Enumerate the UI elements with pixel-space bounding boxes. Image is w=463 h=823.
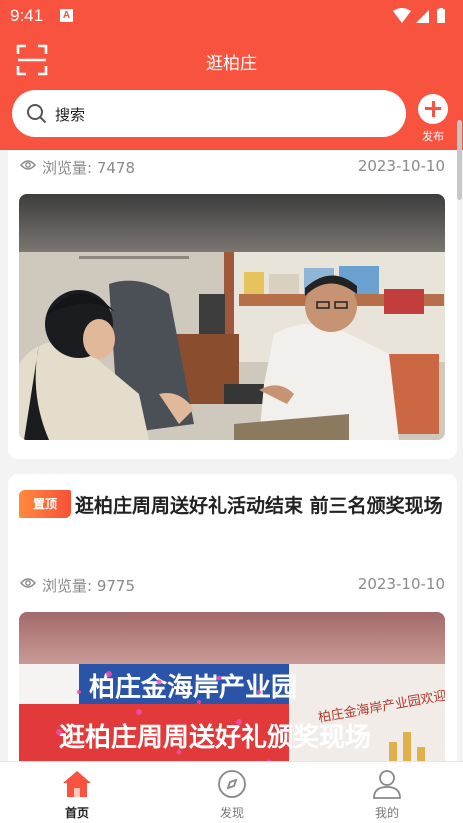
view-count: 浏览量: 7478 — [42, 159, 135, 177]
status-time: 9:41 — [10, 6, 44, 25]
search-icon — [27, 104, 47, 124]
app-header: 逛柏庄 — [0, 32, 463, 88]
post-card[interactable]: 置顶 逛柏庄周周送好礼活动结束 前三名颁奖现场 浏览量: 9775 2023-10… — [8, 474, 457, 761]
search-row: 搜索 发布 — [0, 88, 463, 150]
post-date: 2023-10-10 — [357, 575, 445, 593]
view-count: 浏览量: 9775 — [42, 577, 135, 595]
search-input[interactable]: 搜索 — [12, 90, 406, 137]
post-feed[interactable]: 浏览量: 7478 2023-10-10 置顶 逛柏庄周周送好礼活动结束 前三名… — [0, 150, 463, 761]
scrollbar[interactable] — [457, 120, 462, 200]
page-title: 逛柏庄 — [206, 54, 257, 74]
plus-icon — [418, 94, 448, 124]
post-title[interactable]: 置顶 逛柏庄周周送好礼活动结束 前三名颁奖现场 — [19, 489, 447, 522]
post-image[interactable] — [19, 194, 445, 440]
compass-icon — [218, 770, 246, 798]
eye-icon — [20, 160, 36, 170]
pinned-tag: 置顶 — [19, 489, 71, 518]
post-date: 2023-10-10 — [357, 157, 445, 175]
bottom-tab-bar: 首页 发现 我的 — [0, 761, 463, 823]
status-bar: 9:41 A — [0, 0, 463, 32]
post-card[interactable]: 浏览量: 7478 2023-10-10 — [8, 150, 457, 459]
post-image[interactable]: 柏庄金海岸产业园 逛柏庄周周送好礼颁奖现场 柏庄金海岸产业园欢迎 — [19, 612, 445, 761]
publish-button[interactable]: 发布 — [417, 94, 449, 144]
banner-main-text: 柏庄金海岸产业园 — [89, 672, 297, 703]
publish-label: 发布 — [422, 130, 444, 143]
system-status-icons — [393, 8, 445, 23]
tab-label: 首页 — [64, 806, 89, 820]
tab-label: 我的 — [374, 806, 399, 820]
user-icon — [373, 770, 401, 799]
home-icon — [63, 771, 91, 797]
tab-label: 发现 — [219, 806, 244, 820]
post-title-text: 逛柏庄周周送好礼活动结束 前三名颁奖现场 — [75, 495, 443, 517]
tab-mine[interactable]: 我的 — [352, 768, 422, 821]
notification-a-icon: A — [60, 9, 73, 22]
post-meta: 浏览量: 7478 2023-10-10 — [20, 155, 445, 177]
eye-icon — [20, 578, 36, 588]
banner-sub-text: 逛柏庄周周送好礼颁奖现场 — [59, 722, 371, 753]
tab-discover[interactable]: 发现 — [197, 768, 267, 821]
search-placeholder: 搜索 — [55, 106, 86, 124]
tab-home[interactable]: 首页 — [42, 768, 112, 821]
post-meta: 浏览量: 9775 2023-10-10 — [20, 573, 445, 595]
